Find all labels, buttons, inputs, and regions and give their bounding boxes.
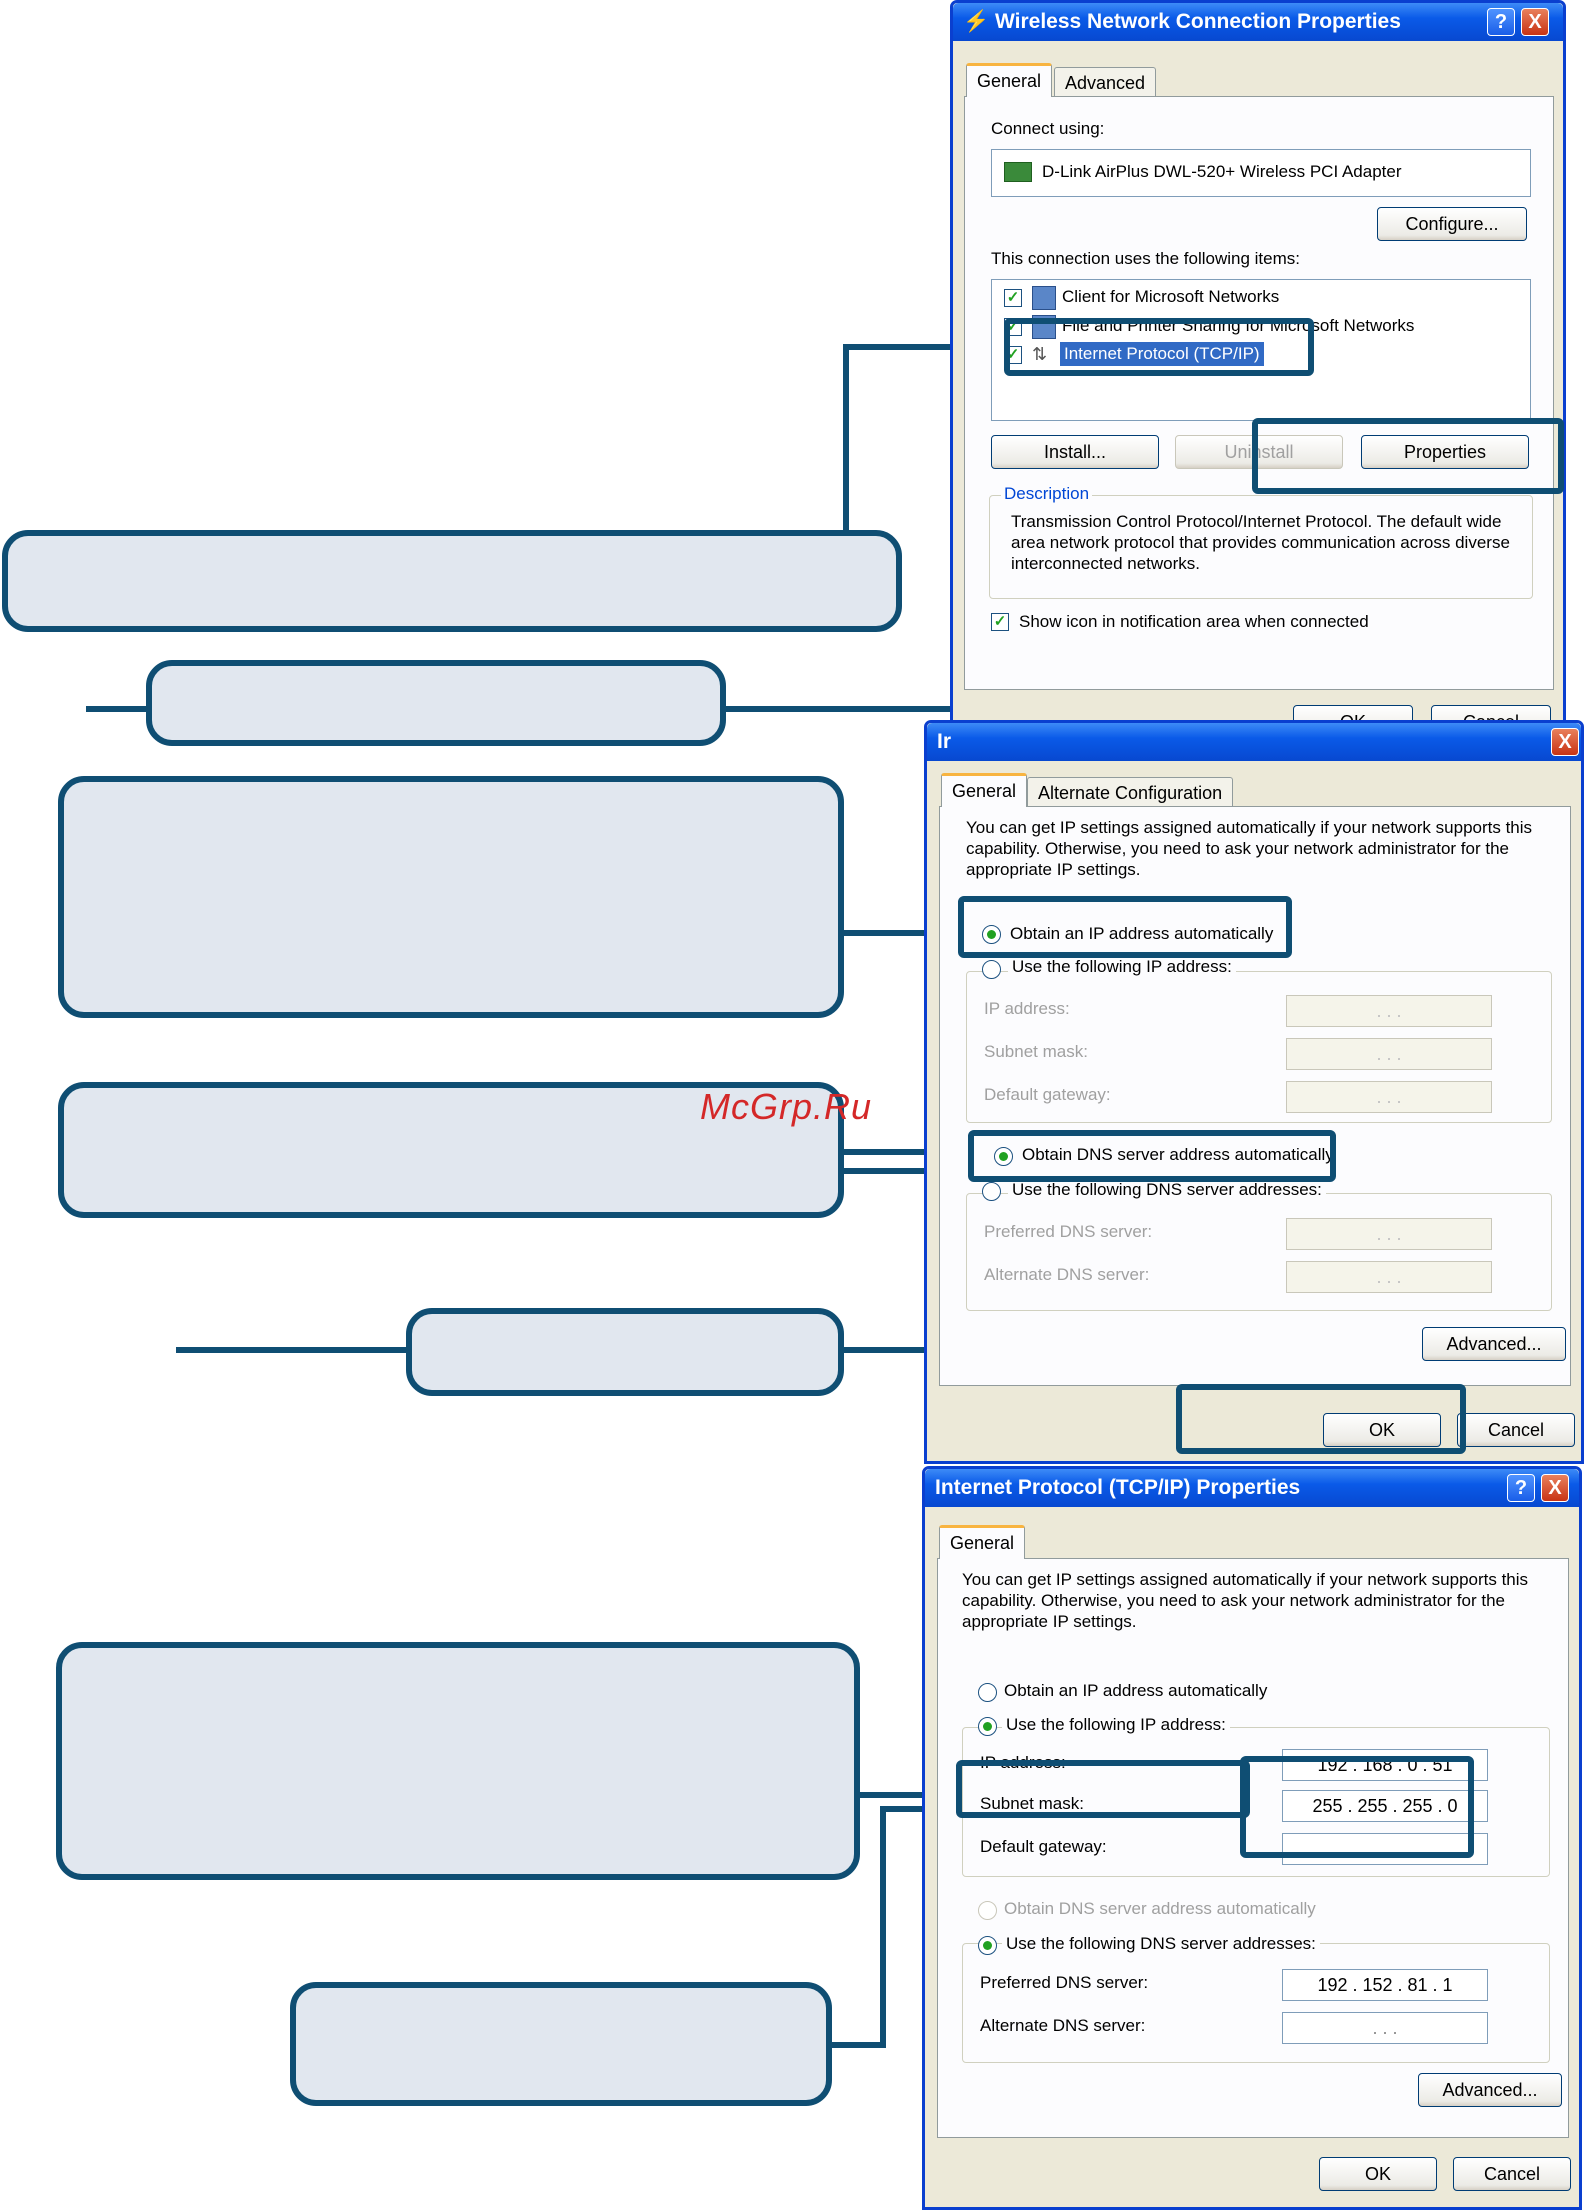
highlight-ok-button (1176, 1384, 1466, 1454)
intro-text: You can get IP settings assigned automat… (966, 818, 1533, 879)
ip-label: IP address: (984, 999, 1070, 1018)
dialog-tcpip-properties-auto: Ir X General Alternate Configuration You… (924, 720, 1584, 1464)
use-ip-label[interactable]: Use the following IP address: (1008, 957, 1236, 977)
install-button[interactable]: Install... (991, 435, 1159, 469)
description-label: Description (1001, 484, 1093, 504)
item-checkbox[interactable]: ✓ (1004, 289, 1022, 307)
connector-line (826, 2042, 886, 2048)
highlight-obtain-ip (958, 896, 1292, 958)
dialog-title: Wireless Network Connection Properties (995, 10, 1401, 33)
close-button[interactable]: X (1541, 1474, 1569, 1502)
intro-text: You can get IP settings assigned automat… (962, 1570, 1529, 1631)
advanced-button[interactable]: Advanced... (1418, 2073, 1562, 2107)
highlight-ip-values (1240, 1756, 1474, 1858)
subnet-mask-field: . . . (1286, 1038, 1492, 1070)
description-text: Transmission Control Protocol/Internet P… (1011, 512, 1510, 573)
configure-button[interactable]: Configure... (1377, 207, 1527, 241)
alternate-dns-label: Alternate DNS server: (984, 1265, 1150, 1284)
advanced-button[interactable]: Advanced... (1422, 1327, 1566, 1361)
list-item[interactable]: Client for Microsoft Networks (1062, 287, 1279, 307)
use-ip-radio[interactable] (978, 1717, 997, 1736)
computer-icon (1032, 286, 1056, 310)
adapter-name: D-Link AirPlus DWL-520+ Wireless PCI Ada… (1042, 162, 1402, 181)
tab-alternate-configuration[interactable]: Alternate Configuration (1027, 777, 1234, 807)
dialog-title: Internet Protocol (TCP/IP) Properties (935, 1476, 1301, 1499)
ok-button[interactable]: OK (1319, 2157, 1437, 2191)
preferred-dns-field[interactable]: 192 . 152 . 81 . 1 (1282, 1969, 1488, 2001)
close-button[interactable]: X (1551, 728, 1579, 756)
preferred-dns-label: Preferred DNS server: (980, 1973, 1149, 1992)
dns-group (962, 1943, 1550, 2063)
show-icon-label[interactable]: Show icon in notification area when conn… (1019, 612, 1369, 632)
tab-general[interactable]: General (941, 773, 1028, 807)
adapter-box: D-Link AirPlus DWL-520+ Wireless PCI Ada… (991, 149, 1531, 197)
general-panel: You can get IP settings assigned automat… (939, 806, 1571, 1386)
preferred-dns-field: . . . (1286, 1218, 1492, 1250)
highlight-obtain-dns (968, 1130, 1336, 1182)
alternate-dns-field: . . . (1286, 1261, 1492, 1293)
help-button[interactable]: ? (1507, 1474, 1535, 1502)
watermark: McGrp.Ru (700, 1086, 873, 1127)
use-dns-label[interactable]: Use the following DNS server addresses: (1008, 1180, 1326, 1200)
gateway-label: Default gateway: (980, 1837, 1107, 1856)
subnet-label: Subnet mask: (984, 1042, 1088, 1061)
title-bar[interactable]: Ir (927, 723, 1581, 761)
callout-box (2, 530, 902, 632)
general-panel: Connect using: D-Link AirPlus DWL-520+ W… (964, 96, 1554, 690)
callout-box (406, 1308, 844, 1396)
cancel-button[interactable]: Cancel (1453, 2157, 1571, 2191)
use-ip-label[interactable]: Use the following IP address: (1002, 1715, 1230, 1735)
tab-general[interactable]: General (966, 63, 1053, 97)
obtain-dns-label: Obtain DNS server address automatically (1004, 1899, 1316, 1918)
use-dns-radio[interactable] (978, 1936, 997, 1955)
help-button[interactable]: ? (1487, 8, 1515, 36)
dialog-wireless-properties: ⚡ Wireless Network Connection Properties… (950, 0, 1566, 755)
network-icon: ⚡ (963, 10, 990, 33)
alternate-dns-field[interactable]: . . . (1282, 2012, 1488, 2044)
obtain-ip-label[interactable]: Obtain an IP address automatically (1004, 1681, 1267, 1701)
tab-general[interactable]: General (939, 1525, 1026, 1559)
connect-using-label: Connect using: (991, 119, 1105, 138)
callout-box (290, 1982, 832, 2106)
alternate-dns-label: Alternate DNS server: (980, 2016, 1146, 2035)
items-label: This connection uses the following items… (991, 249, 1300, 268)
use-ip-radio[interactable] (982, 960, 1001, 979)
cancel-button[interactable]: Cancel (1457, 1413, 1575, 1447)
highlight-properties-button (1252, 418, 1564, 494)
connector-line (880, 1806, 886, 2048)
use-dns-label[interactable]: Use the following DNS server addresses: (1002, 1934, 1320, 1954)
title-bar[interactable]: Internet Protocol (TCP/IP) Properties (925, 1469, 1579, 1507)
callout-box (56, 1642, 860, 1880)
dns-group (966, 1193, 1552, 1311)
highlight-tcpip-item (1004, 318, 1314, 376)
obtain-dns-radio (978, 1901, 997, 1920)
callout-box (58, 776, 844, 1018)
gateway-label: Default gateway: (984, 1085, 1111, 1104)
obtain-ip-radio[interactable] (978, 1683, 997, 1702)
callout-box (146, 660, 726, 746)
gateway-field: . . . (1286, 1081, 1492, 1113)
ip-address-field: . . . (1286, 995, 1492, 1027)
tab-advanced[interactable]: Advanced (1054, 67, 1157, 97)
highlight-ip-labels (956, 1760, 1250, 1818)
preferred-dns-label: Preferred DNS server: (984, 1222, 1153, 1241)
show-icon-checkbox[interactable]: ✓ (991, 613, 1009, 631)
use-dns-radio[interactable] (982, 1182, 1001, 1201)
network-card-icon (1004, 162, 1032, 182)
dialog-title: Ir (937, 730, 952, 753)
title-bar[interactable]: ⚡ Wireless Network Connection Properties (953, 3, 1563, 41)
close-button[interactable]: X (1521, 8, 1549, 36)
